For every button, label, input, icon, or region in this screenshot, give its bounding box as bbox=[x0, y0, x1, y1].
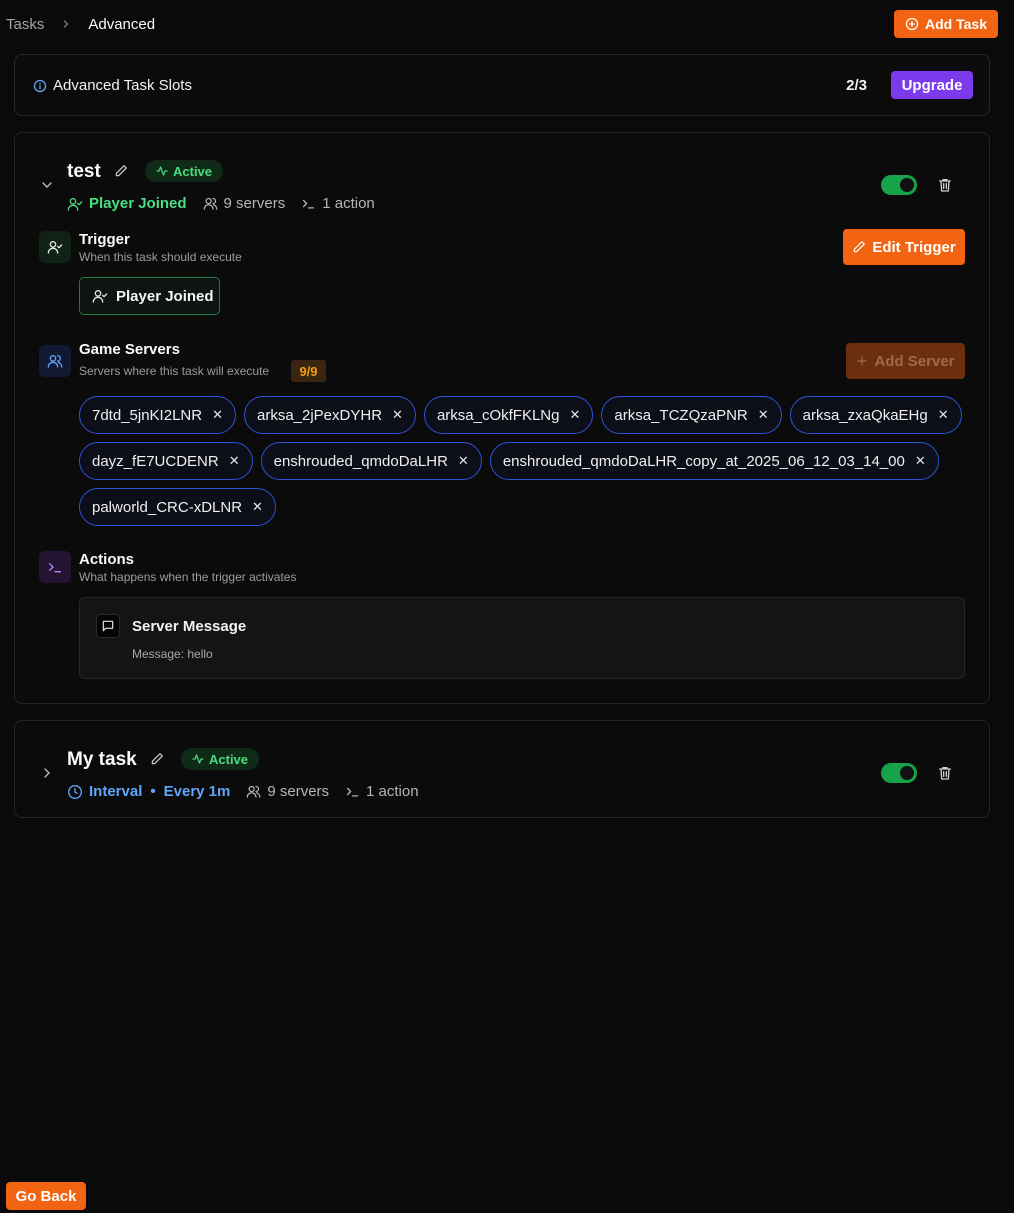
server-chip: arksa_TCZQzaPNR ✕ bbox=[601, 396, 782, 434]
close-icon[interactable]: ✕ bbox=[212, 407, 223, 423]
actions-meta: 1 action bbox=[366, 783, 419, 800]
close-icon[interactable]: ✕ bbox=[458, 453, 469, 469]
activity-icon bbox=[156, 165, 168, 177]
add-server-label: Add Server bbox=[874, 352, 955, 370]
plus-circle-icon bbox=[905, 17, 919, 31]
server-chip: arksa_zxaQkaEHg ✕ bbox=[789, 396, 962, 434]
servers-meta: 9 servers bbox=[223, 195, 286, 212]
task-meta: Interval • Every 1m 9 servers 1 action bbox=[67, 783, 435, 800]
server-chip: palworld_CRC-xDLNR ✕ bbox=[79, 488, 276, 526]
users-icon bbox=[39, 345, 71, 377]
slots-label: Advanced Task Slots bbox=[53, 77, 192, 94]
trigger-meta: Interval bbox=[89, 783, 143, 800]
server-chip-label: enshrouded_qmdoDaLHR bbox=[273, 452, 448, 470]
advanced-slots-panel: Advanced Task Slots 2/3 Upgrade bbox=[14, 54, 990, 116]
status-badge: Active bbox=[145, 160, 224, 182]
user-check-icon bbox=[39, 231, 71, 263]
server-chip: 7dtd_5jnKI2LNR ✕ bbox=[79, 396, 236, 434]
pencil-icon[interactable] bbox=[150, 752, 164, 766]
terminal-icon bbox=[39, 551, 71, 583]
top-bar: Tasks Advanced Add Task bbox=[0, 0, 1014, 48]
close-icon[interactable]: ✕ bbox=[915, 453, 926, 469]
trigger-meta: Player Joined bbox=[89, 195, 187, 212]
close-icon[interactable]: ✕ bbox=[938, 407, 949, 423]
trigger-title: Trigger bbox=[79, 231, 130, 248]
status-label: Active bbox=[173, 163, 213, 179]
server-chip: arksa_cOkfFKLNg ✕ bbox=[423, 396, 594, 434]
clock-icon bbox=[67, 784, 83, 800]
activity-icon bbox=[192, 753, 204, 765]
breadcrumb-current: Advanced bbox=[88, 15, 156, 33]
go-back-button[interactable]: Go Back bbox=[6, 1182, 86, 1210]
action-title: Server Message bbox=[132, 618, 247, 635]
chevron-right-icon bbox=[56, 14, 76, 34]
task-card-my-task: My task Active Interval • Every 1m 9 ser… bbox=[14, 720, 990, 818]
action-message: Message: hello bbox=[132, 647, 213, 661]
actions-title: Actions bbox=[79, 551, 135, 568]
meta-separator: • bbox=[150, 783, 156, 800]
edit-trigger-button[interactable]: Edit Trigger bbox=[843, 229, 965, 265]
trigger-subtitle: When this task should execute bbox=[79, 250, 242, 264]
breadcrumb: Tasks Advanced bbox=[6, 14, 155, 34]
server-chip-label: arksa_TCZQzaPNR bbox=[614, 406, 748, 424]
add-server-button[interactable]: Add Server bbox=[846, 343, 965, 379]
user-check-icon bbox=[92, 288, 108, 304]
server-chip-label: arksa_cOkfFKLNg bbox=[436, 406, 560, 424]
server-chip-list: 7dtd_5jnKI2LNR ✕ arksa_2jPexDYHR ✕ arksa_c… bbox=[79, 396, 969, 534]
status-badge: Active bbox=[181, 748, 260, 770]
upgrade-button[interactable]: Upgrade bbox=[891, 71, 973, 99]
server-chip-label: arksa_2jPexDYHR bbox=[256, 406, 383, 424]
servers-subtitle: Servers where this task will execute bbox=[79, 364, 270, 378]
trigger-value: Player Joined bbox=[79, 277, 220, 315]
terminal-icon bbox=[301, 196, 316, 211]
server-chip: arksa_2jPexDYHR ✕ bbox=[243, 396, 416, 434]
action-item[interactable]: Server Message Message: hello bbox=[79, 597, 965, 679]
plus-icon bbox=[856, 355, 868, 367]
terminal-icon bbox=[345, 784, 360, 799]
pencil-icon[interactable] bbox=[114, 164, 128, 178]
task-title: My task bbox=[67, 749, 137, 770]
server-chip-label: palworld_CRC-xDLNR bbox=[92, 498, 243, 516]
task-title: test bbox=[67, 161, 101, 182]
server-chip-label: dayz_fE7UCDENR bbox=[92, 452, 219, 470]
add-task-label: Add Task bbox=[925, 16, 987, 32]
close-icon[interactable]: ✕ bbox=[392, 407, 403, 423]
pencil-icon bbox=[852, 240, 866, 254]
server-chip: enshrouded_qmdoDaLHR ✕ bbox=[260, 442, 482, 480]
message-square-icon bbox=[96, 614, 120, 638]
servers-title: Game Servers bbox=[79, 341, 180, 358]
server-chip: dayz_fE7UCDENR ✕ bbox=[79, 442, 253, 480]
server-chip: enshrouded_qmdoDaLHR_copy_at_2025_06_12_… bbox=[489, 442, 939, 480]
close-icon[interactable]: ✕ bbox=[758, 407, 769, 423]
chevron-down-icon[interactable] bbox=[39, 177, 55, 193]
chevron-right-icon[interactable] bbox=[39, 765, 55, 781]
user-check-icon bbox=[67, 196, 83, 212]
server-chip-label: 7dtd_5jnKI2LNR bbox=[92, 406, 203, 424]
trigger-value-label: Player Joined bbox=[116, 287, 214, 305]
actions-meta: 1 action bbox=[322, 195, 375, 212]
trash-icon[interactable] bbox=[937, 765, 953, 781]
breadcrumb-tasks-link[interactable]: Tasks bbox=[6, 16, 44, 33]
task-card-test: test Active Player Joined 9 servers 1 ac… bbox=[14, 132, 990, 704]
edit-trigger-label: Edit Trigger bbox=[872, 238, 956, 256]
servers-meta: 9 servers bbox=[267, 783, 330, 800]
task-enabled-toggle[interactable] bbox=[881, 175, 917, 195]
users-icon bbox=[246, 784, 261, 799]
close-icon[interactable]: ✕ bbox=[229, 453, 240, 469]
actions-subtitle: What happens when the trigger activates bbox=[79, 570, 297, 584]
close-icon[interactable]: ✕ bbox=[569, 407, 580, 423]
slots-count: 2/3 bbox=[846, 77, 867, 94]
server-chip-label: arksa_zxaQkaEHg bbox=[802, 406, 928, 424]
info-icon bbox=[33, 79, 47, 93]
add-task-button[interactable]: Add Task bbox=[894, 10, 998, 38]
interval-meta: Every 1m bbox=[163, 783, 231, 800]
task-enabled-toggle[interactable] bbox=[881, 763, 917, 783]
trash-icon[interactable] bbox=[937, 177, 953, 193]
status-label: Active bbox=[209, 751, 249, 767]
close-icon[interactable]: ✕ bbox=[252, 499, 263, 515]
task-meta: Player Joined 9 servers 1 action bbox=[67, 195, 391, 212]
users-icon bbox=[203, 196, 218, 211]
servers-count-badge: 9/9 bbox=[291, 360, 326, 382]
server-chip-label: enshrouded_qmdoDaLHR_copy_at_2025_06_12_… bbox=[502, 452, 905, 470]
